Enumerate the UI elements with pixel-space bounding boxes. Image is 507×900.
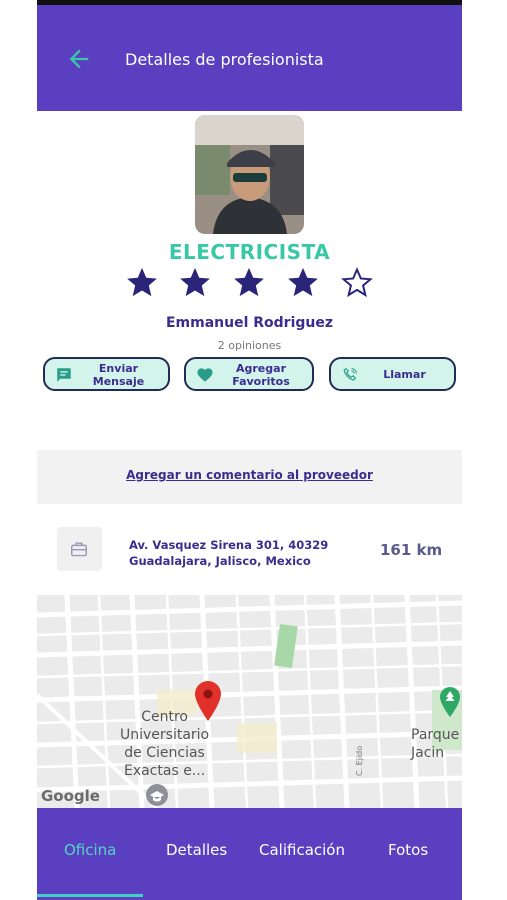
comment-bar: Agregar un comentario al proveedor [37,450,462,504]
map-street-label: C. Ejido [355,745,364,776]
send-message-label: Enviar Mensaje [92,362,145,388]
professional-name: Emmanuel Rodriguez [165,315,334,331]
send-message-button[interactable]: Enviar Mensaje [43,357,170,391]
star-filled-icon [234,267,264,297]
profession-label: ELECTRICISTA [168,240,331,264]
location-icon-box [57,527,102,571]
tab-detalles[interactable]: Detalles [166,841,227,859]
tab-calificacion[interactable]: Calificación [259,841,345,859]
tab-fotos[interactable]: Fotos [388,841,428,859]
star-filled-icon [127,267,157,297]
arrow-left-icon[interactable] [65,45,93,73]
star-filled-icon [288,267,318,297]
distance-value: 161 km [380,541,443,559]
page-title: Detalles de profesionista [125,50,324,69]
address-text: Av. Vasquez Sirena 301, 40329 Guadalajar… [129,538,329,568]
active-tab-indicator [37,894,143,897]
app-bar: Detalles de profesionista [37,5,462,111]
bottom-tab-bar: Oficina Detalles Calificación Fotos [37,808,462,900]
phone-icon [343,367,357,381]
school-marker-icon [146,784,168,806]
map-poi-university[interactable]: Centro Universitario de Ciencias Exactas… [120,708,209,780]
message-icon [57,368,71,382]
star-filled-icon [180,267,210,297]
call-label: Llamar [383,368,426,381]
add-comment-link[interactable]: Agregar un comentario al proveedor [37,468,462,482]
map-view[interactable]: Centro Universitario de Ciencias Exactas… [37,595,462,808]
rating-stars [125,265,375,301]
add-favorite-button[interactable]: Agregar Favoritos [184,357,314,391]
map-poi-park[interactable]: Parque Jacin [411,726,459,762]
briefcase-icon [71,542,87,557]
tab-oficina[interactable]: Oficina [64,841,116,859]
heart-icon [197,368,213,382]
avatar [195,115,304,234]
opinions-count[interactable]: 2 opiniones [37,339,462,352]
app-screen: Detalles de profesionista ELECTRICISTA E… [37,0,462,900]
call-button[interactable]: Llamar [329,357,456,391]
google-logo: Google [41,787,100,805]
star-outline-icon [341,267,373,298]
map-streets [37,595,462,808]
add-favorite-label: Agregar Favoritos [232,362,290,388]
